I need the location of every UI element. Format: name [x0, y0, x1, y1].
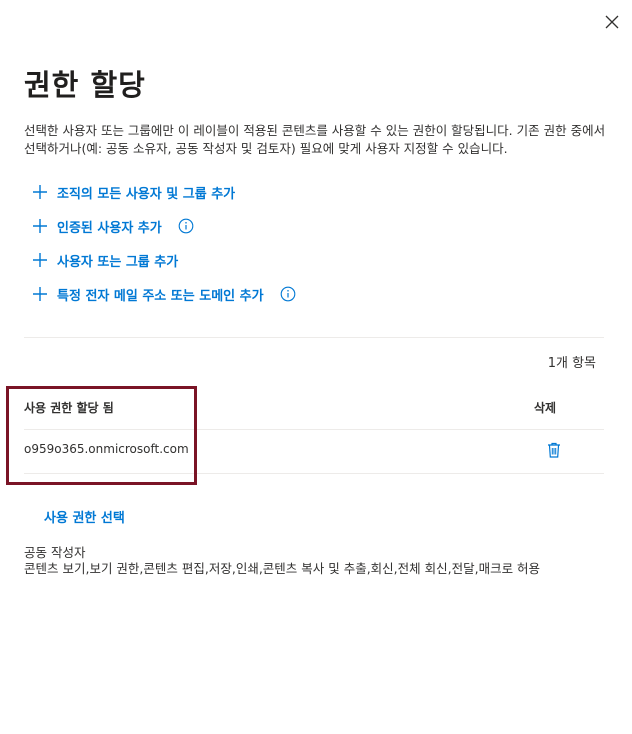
add-all-users-groups-button[interactable]: 조직의 모든 사용자 및 그룹 추가 [31, 181, 235, 203]
column-header-delete: 삭제 [534, 401, 557, 415]
section-divider [24, 337, 604, 338]
add-all-users-groups-label: 조직의 모든 사용자 및 그룹 추가 [57, 186, 236, 202]
close-button[interactable] [600, 10, 624, 34]
choose-permissions-link[interactable]: 사용 권한 선택 [44, 507, 125, 526]
permission-preset-name: 공동 작성자 [24, 545, 86, 560]
panel-title: 권한 할당 [24, 68, 146, 102]
plus-icon [33, 253, 47, 267]
add-email-or-domain-label: 특정 전자 메일 주소 또는 도메인 추가 [57, 288, 264, 304]
close-icon [605, 15, 619, 29]
add-authenticated-users-button[interactable]: 인증된 사용자 추가 [31, 215, 194, 237]
info-icon[interactable] [280, 286, 296, 302]
plus-icon [33, 185, 47, 199]
trash-icon [548, 442, 560, 458]
annotation-highlight-box [6, 386, 197, 485]
permission-rights-list: 콘텐츠 보기,보기 권한,콘텐츠 편집,저장,인쇄,콘텐츠 복사 및 추출,회신… [24, 561, 541, 576]
info-icon[interactable] [178, 218, 194, 234]
add-users-or-groups-button[interactable]: 사용자 또는 그룹 추가 [31, 249, 178, 271]
plus-icon [33, 219, 47, 233]
item-count: 1개 항목 [547, 356, 596, 371]
plus-icon [33, 287, 47, 301]
panel-description: 선택한 사용자 또는 그룹에만 이 레이블이 적용된 콘텐츠를 사용할 수 있는… [24, 123, 606, 156]
add-authenticated-users-label: 인증된 사용자 추가 [57, 220, 162, 236]
add-email-or-domain-button[interactable]: 특정 전자 메일 주소 또는 도메인 추가 [31, 283, 296, 305]
add-users-or-groups-label: 사용자 또는 그룹 추가 [57, 254, 179, 270]
delete-row-button[interactable] [545, 441, 563, 459]
assign-permissions-panel: 권한 할당 선택한 사용자 또는 그룹에만 이 레이블이 적용된 콘텐츠를 사용… [0, 0, 632, 734]
